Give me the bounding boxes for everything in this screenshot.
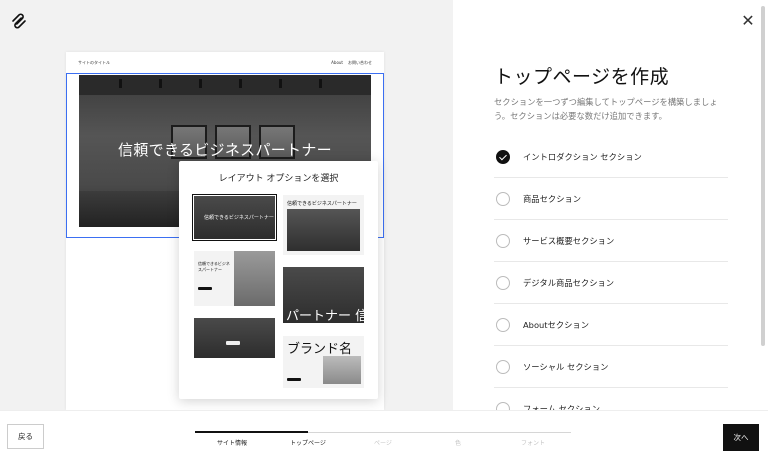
hero-title: 信頼できるビジネスパートナー xyxy=(118,141,332,159)
section-item-label: デジタル商品セクション xyxy=(523,277,615,288)
preview-nav-link: About xyxy=(331,60,343,65)
step-fonts[interactable]: フォント xyxy=(503,438,563,447)
layout-option-text: ブランド名 xyxy=(287,342,353,357)
next-button[interactable]: 次へ xyxy=(723,424,759,451)
section-item-label: サービス概要セクション xyxy=(523,235,615,246)
preview-area: サイトのタイトル About お問い合わせ 信頼できるビジネスパートナー レイア… xyxy=(0,0,453,410)
page-description: セクションを一つずつ編集してトップページを構築しましょう。セクションは必要な数だ… xyxy=(494,97,718,121)
radio-icon[interactable] xyxy=(496,233,510,248)
step-colors[interactable]: 色 xyxy=(428,438,488,447)
section-item-label: Aboutセクション xyxy=(523,319,590,330)
layout-option-1[interactable]: 信頼できるビジネスパートナー xyxy=(192,194,277,241)
radio-icon[interactable] xyxy=(496,275,510,290)
step-homepage[interactable]: トップページ xyxy=(278,438,338,447)
layout-option-5[interactable] xyxy=(194,318,275,358)
page-title: トップページを作成 xyxy=(494,66,670,88)
layout-option-3[interactable]: 信頼できるビジネ スパートナー xyxy=(194,251,275,306)
radio-icon[interactable] xyxy=(496,359,510,374)
radio-icon[interactable] xyxy=(496,191,510,206)
layout-option-text: パートナー 信 xyxy=(286,309,364,323)
preview-navbar: サイトのタイトル About お問い合わせ xyxy=(66,52,384,72)
section-item-social[interactable]: ソーシャル セクション xyxy=(494,346,728,388)
section-item-services[interactable]: サービス概要セクション xyxy=(494,220,728,262)
step-pages[interactable]: ページ xyxy=(353,438,413,447)
progress-fill xyxy=(195,431,308,433)
section-list: イントロダクション セクション 商品セクション サービス概要セクション デジタル… xyxy=(494,136,728,430)
check-circle-icon[interactable] xyxy=(496,149,510,164)
radio-icon[interactable] xyxy=(496,317,510,332)
section-item-products[interactable]: 商品セクション xyxy=(494,178,728,220)
layout-option-text: スパートナー xyxy=(198,267,222,272)
layout-option-4[interactable]: パートナー 信 xyxy=(283,267,364,323)
section-item-digital-products[interactable]: デジタル商品セクション xyxy=(494,262,728,304)
panel-scrollbar[interactable] xyxy=(761,6,765,346)
layout-option-6[interactable]: ブランド名 xyxy=(283,336,364,388)
layout-option-text: 信頼できるビジネスパートナー xyxy=(204,215,274,221)
layout-option-text: 信頼できるビジネスパートナー xyxy=(287,201,357,207)
squarespace-logo-icon[interactable] xyxy=(10,12,28,30)
section-item-label: ソーシャル セクション xyxy=(523,361,609,372)
preview-site-name: サイトのタイトル xyxy=(78,60,110,65)
section-item-intro[interactable]: イントロダクション セクション xyxy=(494,136,728,178)
section-item-label: 商品セクション xyxy=(523,193,582,204)
back-button[interactable]: 戻る xyxy=(7,424,44,449)
section-item-about[interactable]: Aboutセクション xyxy=(494,304,728,346)
step-site-info[interactable]: サイト情報 xyxy=(202,438,262,447)
wizard-footer: 戻る サイト情報 トップページ ページ 色 フォント 次へ xyxy=(0,410,768,458)
section-item-label: イントロダクション セクション xyxy=(523,151,642,162)
popup-title: レイアウト オプションを選択 xyxy=(218,174,339,184)
layout-option-2[interactable]: 信頼できるビジネスパートナー xyxy=(283,195,364,255)
preview-nav-link: お問い合わせ xyxy=(348,60,372,65)
layout-options-popup: レイアウト オプションを選択 信頼できるビジネスパートナー 信頼できるビジネスパ… xyxy=(179,161,378,399)
close-icon[interactable]: ✕ xyxy=(739,12,757,30)
